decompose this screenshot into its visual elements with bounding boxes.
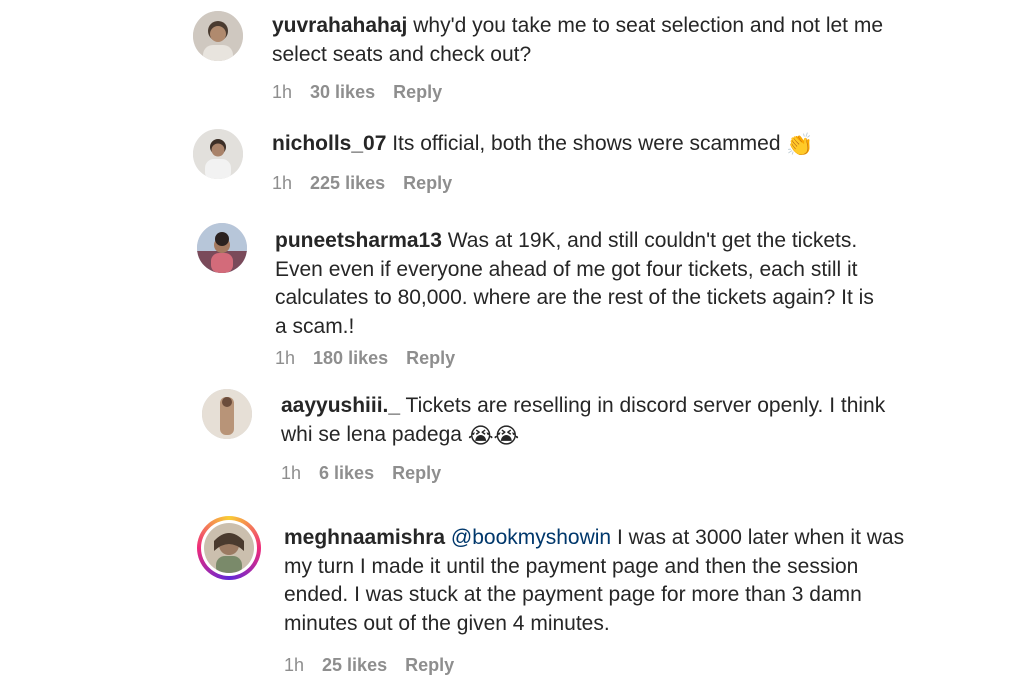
comment-time: 1h — [272, 82, 293, 102]
reply-button[interactable]: Reply — [406, 348, 455, 369]
mention-link[interactable]: @bookmyshowin — [445, 526, 611, 549]
comment-body: meghnaamishra @bookmyshowin I was at 300… — [284, 524, 914, 638]
comment-meta: 1h 225 likes Reply — [272, 173, 470, 194]
comment-time: 1h — [275, 348, 296, 368]
comment-time: 1h — [281, 463, 302, 483]
avatar[interactable] — [193, 129, 243, 179]
comment-likes[interactable]: 180 likes — [313, 348, 388, 369]
avatar[interactable] — [193, 11, 243, 61]
comment-username[interactable]: aayyushiii._ — [281, 394, 400, 417]
comment-username[interactable]: puneetsharma13 — [275, 229, 442, 252]
story-ring-avatar[interactable] — [197, 516, 261, 580]
comment-time: 1h — [272, 173, 293, 193]
comment-meta: 1h 6 likes Reply — [281, 463, 459, 484]
reply-button[interactable]: Reply — [392, 463, 441, 484]
comment-text: Its official, both the shows were scamme… — [386, 132, 787, 155]
avatar[interactable] — [202, 389, 252, 439]
comment-body: puneetsharma13 Was at 19K, and still cou… — [275, 227, 885, 341]
comment-username[interactable]: yuvrahahahaj — [272, 14, 407, 37]
avatar[interactable] — [197, 223, 247, 273]
comment-body: yuvrahahahaj why'd you take me to seat s… — [272, 12, 892, 69]
avatar — [204, 523, 254, 573]
comment-meta: 1h 30 likes Reply — [272, 82, 460, 103]
reply-button[interactable]: Reply — [403, 173, 452, 194]
comment-likes[interactable]: 25 likes — [322, 655, 387, 676]
comment-meta: 1h 180 likes Reply — [275, 348, 473, 369]
comment-username[interactable]: nicholls_07 — [272, 132, 386, 155]
clap-emoji-icon: 👏 — [786, 132, 814, 157]
reply-button[interactable]: Reply — [405, 655, 454, 676]
comment-meta: 1h 25 likes Reply — [284, 655, 472, 676]
comment-username[interactable]: meghnaamishra — [284, 526, 445, 549]
reply-button[interactable]: Reply — [393, 82, 442, 103]
comment-body: nicholls_07 Its official, both the shows… — [272, 130, 892, 160]
comment-body: aayyushiii._ Tickets are reselling in di… — [281, 392, 891, 450]
comment-likes[interactable]: 6 likes — [319, 463, 374, 484]
comment-likes[interactable]: 225 likes — [310, 173, 385, 194]
comment-time: 1h — [284, 655, 305, 675]
crying-emoji-icon: 😭😭 — [467, 422, 520, 448]
comment-likes[interactable]: 30 likes — [310, 82, 375, 103]
